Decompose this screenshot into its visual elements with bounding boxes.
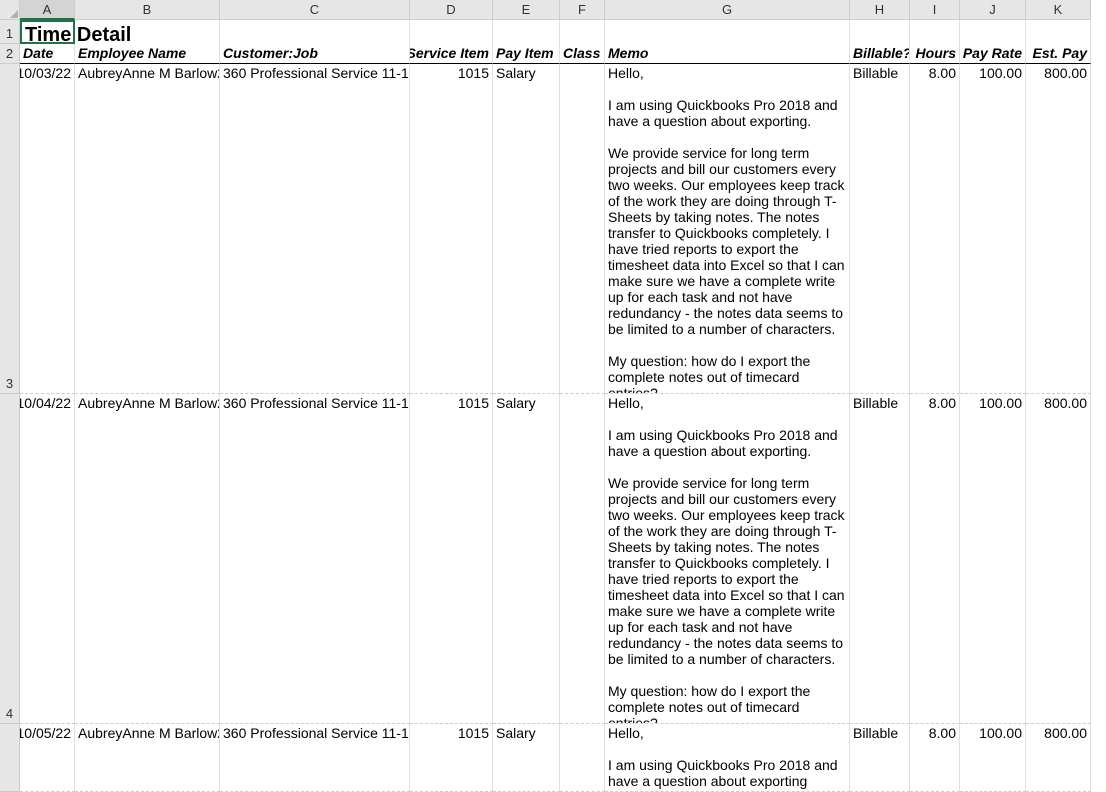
header-class[interactable]: Class — [560, 44, 605, 64]
cell-est-pay[interactable]: 800.00 — [1026, 724, 1091, 792]
cell-service[interactable]: 1015 — [410, 64, 493, 394]
col-header-A[interactable]: A — [20, 0, 75, 20]
cell-F1[interactable] — [560, 20, 605, 44]
header-pay-item[interactable]: Pay Item — [493, 44, 560, 64]
cell-pay-rate[interactable]: 100.00 — [960, 724, 1026, 792]
cell-class[interactable] — [560, 394, 605, 724]
cell-est-pay[interactable]: 800.00 — [1026, 64, 1091, 394]
cell-I1[interactable] — [910, 20, 960, 44]
cell-G1[interactable] — [605, 20, 850, 44]
cell-pay-rate[interactable]: 100.00 — [960, 64, 1026, 394]
col-header-I[interactable]: I — [910, 0, 960, 20]
col-header-C[interactable]: C — [220, 0, 410, 20]
title-cell[interactable]: Time Detail — [20, 20, 75, 44]
col-header-H[interactable]: H — [850, 0, 910, 20]
row-header-4[interactable]: 4 — [0, 394, 20, 724]
header-billable[interactable]: Billable? — [850, 44, 910, 64]
cell-customer[interactable]: 360 Professional Service 11-13 — [220, 724, 410, 792]
cell-memo[interactable]: Hello, I am using Quickbooks Pro 2018 an… — [605, 64, 850, 394]
header-date[interactable]: Date — [20, 44, 75, 64]
spreadsheet-grid[interactable]: A B C D E F G H I J K 1 Time Detail 2 Da… — [0, 0, 1106, 792]
cell-customer[interactable]: 360 Professional Service 11-13 — [220, 64, 410, 394]
row-header-3[interactable]: 3 — [0, 64, 20, 394]
col-header-J[interactable]: J — [960, 0, 1026, 20]
cell-billable[interactable]: Billable — [850, 394, 910, 724]
cell-billable[interactable]: Billable — [850, 724, 910, 792]
cell-hours[interactable]: 8.00 — [910, 394, 960, 724]
header-customer[interactable]: Customer:Job — [220, 44, 410, 64]
cell-K1[interactable] — [1026, 20, 1091, 44]
header-employee[interactable]: Employee Name — [75, 44, 220, 64]
cell-J1[interactable] — [960, 20, 1026, 44]
header-service[interactable]: Service Item — [410, 44, 493, 64]
cell-pay-rate[interactable]: 100.00 — [960, 394, 1026, 724]
cell-customer[interactable]: 360 Professional Service 11-13 — [220, 394, 410, 724]
cell-service[interactable]: 1015 — [410, 724, 493, 792]
cell-service[interactable]: 1015 — [410, 394, 493, 724]
cell-date[interactable]: 10/03/22 — [20, 64, 75, 394]
row-header-1[interactable]: 1 — [0, 20, 20, 44]
cell-pay-item[interactable]: Salary — [493, 724, 560, 792]
col-header-F[interactable]: F — [560, 0, 605, 20]
cell-employee[interactable]: AubreyAnne M Barlow2 — [75, 724, 220, 792]
row-header-5[interactable] — [0, 724, 20, 792]
cell-class[interactable] — [560, 64, 605, 394]
col-header-G[interactable]: G — [605, 0, 850, 20]
cell-D1[interactable] — [410, 20, 493, 44]
row-header-2[interactable]: 2 — [0, 44, 20, 64]
cell-hours[interactable]: 8.00 — [910, 64, 960, 394]
col-header-D[interactable]: D — [410, 0, 493, 20]
cell-employee[interactable]: AubreyAnne M Barlow2 — [75, 64, 220, 394]
cell-class[interactable] — [560, 724, 605, 792]
cell-date[interactable]: 10/04/22 — [20, 394, 75, 724]
cell-C1[interactable] — [220, 20, 410, 44]
col-header-E[interactable]: E — [493, 0, 560, 20]
header-est-pay[interactable]: Est. Pay — [1026, 44, 1091, 64]
cell-employee[interactable]: AubreyAnne M Barlow2 — [75, 394, 220, 724]
header-hours[interactable]: Hours — [910, 44, 960, 64]
select-all-corner[interactable] — [0, 0, 20, 20]
col-header-B[interactable]: B — [75, 0, 220, 20]
cell-H1[interactable] — [850, 20, 910, 44]
cell-est-pay[interactable]: 800.00 — [1026, 394, 1091, 724]
cell-pay-item[interactable]: Salary — [493, 64, 560, 394]
cell-memo[interactable]: Hello, I am using Quickbooks Pro 2018 an… — [605, 394, 850, 724]
cell-billable[interactable]: Billable — [850, 64, 910, 394]
cell-E1[interactable] — [493, 20, 560, 44]
cell-hours[interactable]: 8.00 — [910, 724, 960, 792]
header-memo[interactable]: Memo — [605, 44, 850, 64]
cell-memo[interactable]: Hello, I am using Quickbooks Pro 2018 an… — [605, 724, 850, 792]
header-pay-rate[interactable]: Pay Rate — [960, 44, 1026, 64]
cell-date[interactable]: 10/05/22 — [20, 724, 75, 792]
cell-B1[interactable] — [75, 20, 220, 44]
col-header-K[interactable]: K — [1026, 0, 1091, 20]
cell-pay-item[interactable]: Salary — [493, 394, 560, 724]
